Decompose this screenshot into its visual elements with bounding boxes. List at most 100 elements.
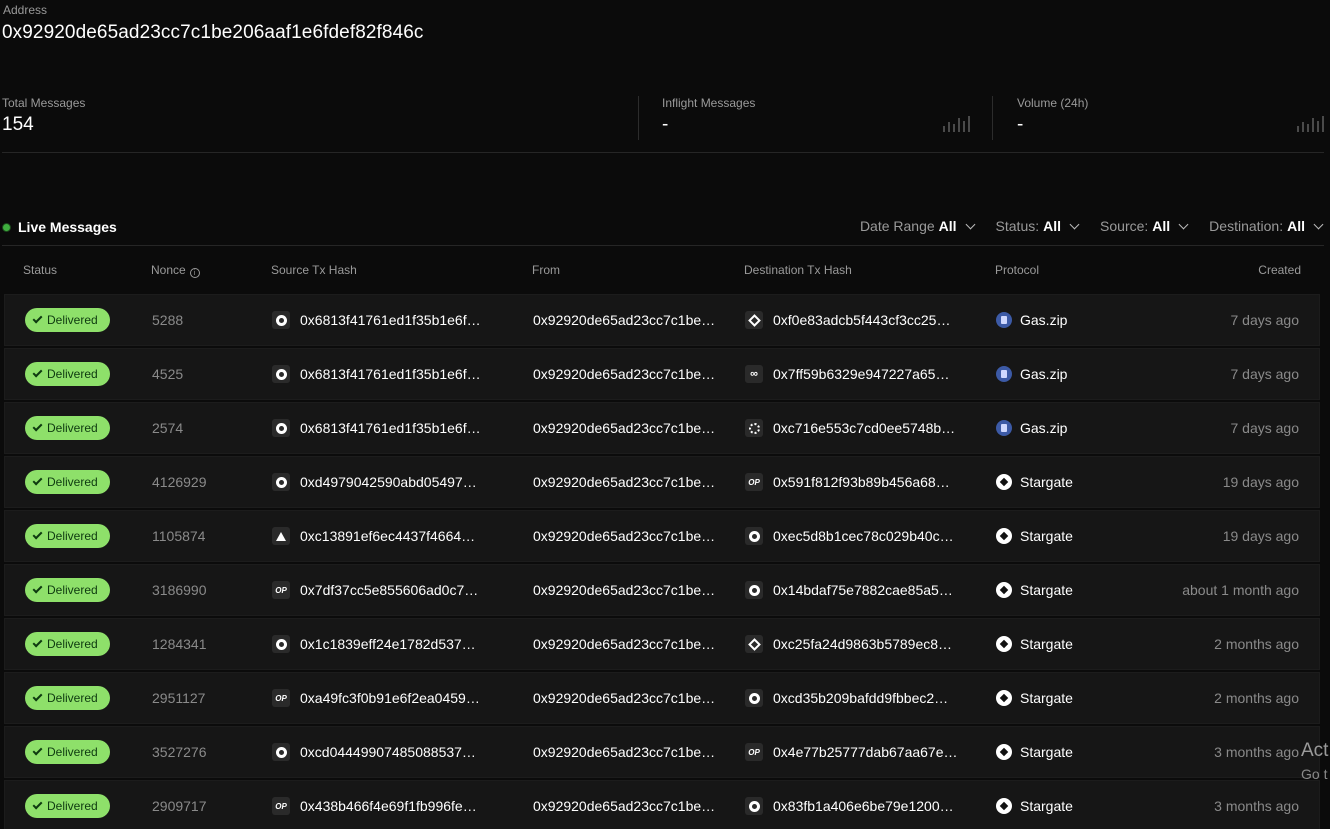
check-icon <box>32 583 43 594</box>
from-cell[interactable]: 0x92920de65ad23cc7c1be… <box>533 295 715 345</box>
stat-value: 154 <box>2 114 34 135</box>
dest-tx-hash[interactable]: 0x14bdaf75e7882cae85a5… <box>773 582 953 598</box>
optimism-icon: OP <box>745 473 763 491</box>
stargate-icon <box>996 474 1012 490</box>
from-address[interactable]: 0x92920de65ad23cc7c1be… <box>533 366 715 382</box>
from-cell[interactable]: 0x92920de65ad23cc7c1be… <box>533 727 715 777</box>
source-tx-cell[interactable]: 0xc13891ef6ec4437f4664… <box>272 511 475 561</box>
protocol-name: Gas.zip <box>1020 312 1068 328</box>
from-cell[interactable]: 0x92920de65ad23cc7c1be… <box>533 511 715 561</box>
from-address[interactable]: 0x92920de65ad23cc7c1be… <box>533 420 715 436</box>
from-cell[interactable]: 0x92920de65ad23cc7c1be… <box>533 619 715 669</box>
table-row[interactable]: Delivered 4126929 0xd4979042590abd05497… 0x… <box>4 456 1320 508</box>
dest-tx-cell[interactable]: ∞ 0x7ff59b6329e947227a65… <box>745 349 949 399</box>
from-address[interactable]: 0x92920de65ad23cc7c1be… <box>533 528 715 544</box>
dest-tx-cell[interactable]: 0xc716e553c7cd0ee5748b… <box>745 403 955 453</box>
dest-tx-hash[interactable]: 0xc716e553c7cd0ee5748b… <box>773 420 955 436</box>
dest-tx-cell[interactable]: 0xec5d8b1cec78c029b40c… <box>745 511 954 561</box>
info-icon[interactable]: i <box>189 268 200 278</box>
table-row[interactable]: Delivered 5288 0x6813f41761ed1f35b1e6f… 0x9… <box>4 294 1320 346</box>
stargate-icon <box>996 744 1012 760</box>
source-tx-hash[interactable]: 0xd4979042590abd05497… <box>300 474 477 490</box>
dest-tx-hash[interactable]: 0x83fb1a406e6be79e1200… <box>773 798 954 814</box>
source-tx-hash[interactable]: 0x6813f41761ed1f35b1e6f… <box>300 366 481 382</box>
dest-tx-cell[interactable]: OP 0x591f812f93b89b456a68… <box>745 457 950 507</box>
from-cell[interactable]: 0x92920de65ad23cc7c1be… <box>533 457 715 507</box>
filters: Date Range All Status: All Source: All D… <box>860 218 1324 234</box>
status-filter[interactable]: Status: All <box>995 218 1080 234</box>
protocol-name: Stargate <box>1020 636 1073 652</box>
dest-tx-hash[interactable]: 0x591f812f93b89b456a68… <box>773 474 950 490</box>
dest-tx-hash[interactable]: 0xc25fa24d9863b5789ec8… <box>773 636 952 652</box>
source-tx-hash[interactable]: 0x7df37cc5e855606ad0c7… <box>300 582 478 598</box>
source-tx-cell[interactable]: 0x6813f41761ed1f35b1e6f… <box>272 349 481 399</box>
from-address[interactable]: 0x92920de65ad23cc7c1be… <box>533 690 715 706</box>
table-row[interactable]: Delivered 2909717 OP 0x438b466f4e69f1fb996f… <box>4 780 1320 829</box>
table-row[interactable]: Delivered 3527276 0xcd04449907485088537… 0x… <box>4 726 1320 778</box>
source-tx-hash[interactable]: 0xcd04449907485088537… <box>300 744 476 760</box>
from-address[interactable]: 0x92920de65ad23cc7c1be… <box>533 312 715 328</box>
source-tx-cell[interactable]: 0x6813f41761ed1f35b1e6f… <box>272 403 481 453</box>
from-cell[interactable]: 0x92920de65ad23cc7c1be… <box>533 673 715 723</box>
gaszip-icon <box>996 420 1012 436</box>
from-address[interactable]: 0x92920de65ad23cc7c1be… <box>533 474 715 490</box>
table-row[interactable]: Delivered 3186990 OP 0x7df37cc5e855606ad0c7… <box>4 564 1320 616</box>
from-address[interactable]: 0x92920de65ad23cc7c1be… <box>533 798 715 814</box>
message-rows: Delivered 5288 0x6813f41761ed1f35b1e6f… 0x9… <box>4 294 1320 829</box>
stats-bar: Total Messages 154 Inflight Messages - V… <box>2 96 1324 153</box>
header-nonce: Nonce i <box>151 263 200 278</box>
dest-tx-cell[interactable]: 0x83fb1a406e6be79e1200… <box>745 781 954 829</box>
table-row[interactable]: Delivered 1284341 0x1c1839eff24e1782d537… 0… <box>4 618 1320 670</box>
table-row[interactable]: Delivered 4525 0x6813f41761ed1f35b1e6f… 0x9… <box>4 348 1320 400</box>
filter-label: Status: <box>995 218 1040 234</box>
source-tx-hash[interactable]: 0xa49fc3f0b91e6f2ea0459… <box>300 690 480 706</box>
from-cell[interactable]: 0x92920de65ad23cc7c1be… <box>533 403 715 453</box>
source-tx-cell[interactable]: OP 0xa49fc3f0b91e6f2ea0459… <box>272 673 480 723</box>
destination-filter[interactable]: Destination: All <box>1209 218 1324 234</box>
filter-value: All <box>1043 218 1062 234</box>
source-tx-hash[interactable]: 0x1c1839eff24e1782d537… <box>300 636 476 652</box>
dest-tx-cell[interactable]: 0xf0e83adcb5f443cf3cc25… <box>745 295 950 345</box>
from-address[interactable]: 0x92920de65ad23cc7c1be… <box>533 636 715 652</box>
dest-tx-cell[interactable]: 0xcd35b209bafdd9fbbec2… <box>745 673 948 723</box>
dest-tx-hash[interactable]: 0x4e77b25777dab67aa67e… <box>773 744 958 760</box>
created-cell: 2 months ago <box>1214 690 1299 706</box>
from-cell[interactable]: 0x92920de65ad23cc7c1be… <box>533 781 715 829</box>
from-address[interactable]: 0x92920de65ad23cc7c1be… <box>533 744 715 760</box>
table-row[interactable]: Delivered 1105874 0xc13891ef6ec4437f4664… 0… <box>4 510 1320 562</box>
dest-tx-cell[interactable]: OP 0x4e77b25777dab67aa67e… <box>745 727 958 777</box>
source-tx-cell[interactable]: 0x1c1839eff24e1782d537… <box>272 619 476 669</box>
nonce-cell: 4126929 <box>152 474 207 490</box>
check-icon <box>32 421 43 432</box>
source-tx-cell[interactable]: 0xcd04449907485088537… <box>272 727 476 777</box>
created-cell: 19 days ago <box>1222 528 1299 544</box>
from-cell[interactable]: 0x92920de65ad23cc7c1be… <box>533 565 715 615</box>
table-row[interactable]: Delivered 2574 0x6813f41761ed1f35b1e6f… 0x9… <box>4 402 1320 454</box>
dest-tx-cell[interactable]: 0x14bdaf75e7882cae85a5… <box>745 565 953 615</box>
nonce-cell: 2574 <box>152 420 184 436</box>
dest-tx-hash[interactable]: 0x7ff59b6329e947227a65… <box>773 366 949 382</box>
source-tx-cell[interactable]: OP 0x7df37cc5e855606ad0c7… <box>272 565 478 615</box>
created-cell: 7 days ago <box>1230 420 1300 436</box>
from-address[interactable]: 0x92920de65ad23cc7c1be… <box>533 582 715 598</box>
table-row[interactable]: Delivered 2951127 OP 0xa49fc3f0b91e6f2ea045… <box>4 672 1320 724</box>
source-tx-hash[interactable]: 0x6813f41761ed1f35b1e6f… <box>300 312 481 328</box>
from-cell[interactable]: 0x92920de65ad23cc7c1be… <box>533 349 715 399</box>
status-text: Delivered <box>47 637 98 651</box>
source-tx-cell[interactable]: 0xd4979042590abd05497… <box>272 457 477 507</box>
dest-tx-cell[interactable]: 0xc25fa24d9863b5789ec8… <box>745 619 952 669</box>
source-tx-hash[interactable]: 0x6813f41761ed1f35b1e6f… <box>300 420 481 436</box>
protocol-name: Stargate <box>1020 690 1073 706</box>
source-tx-cell[interactable]: OP 0x438b466f4e69f1fb996fe… <box>272 781 477 829</box>
dest-tx-hash[interactable]: 0xf0e83adcb5f443cf3cc25… <box>773 312 950 328</box>
status-badge: Delivered <box>25 686 110 710</box>
source-tx-hash[interactable]: 0x438b466f4e69f1fb996fe… <box>300 798 477 814</box>
source-filter[interactable]: Source: All <box>1100 218 1189 234</box>
source-tx-hash[interactable]: 0xc13891ef6ec4437f4664… <box>300 528 475 544</box>
date-range-filter[interactable]: Date Range All <box>860 218 975 234</box>
status-badge: Delivered <box>25 794 110 818</box>
dest-tx-hash[interactable]: 0xcd35b209bafdd9fbbec2… <box>773 690 948 706</box>
source-tx-cell[interactable]: 0x6813f41761ed1f35b1e6f… <box>272 295 481 345</box>
status-text: Delivered <box>47 313 98 327</box>
dest-tx-hash[interactable]: 0xec5d8b1cec78c029b40c… <box>773 528 954 544</box>
